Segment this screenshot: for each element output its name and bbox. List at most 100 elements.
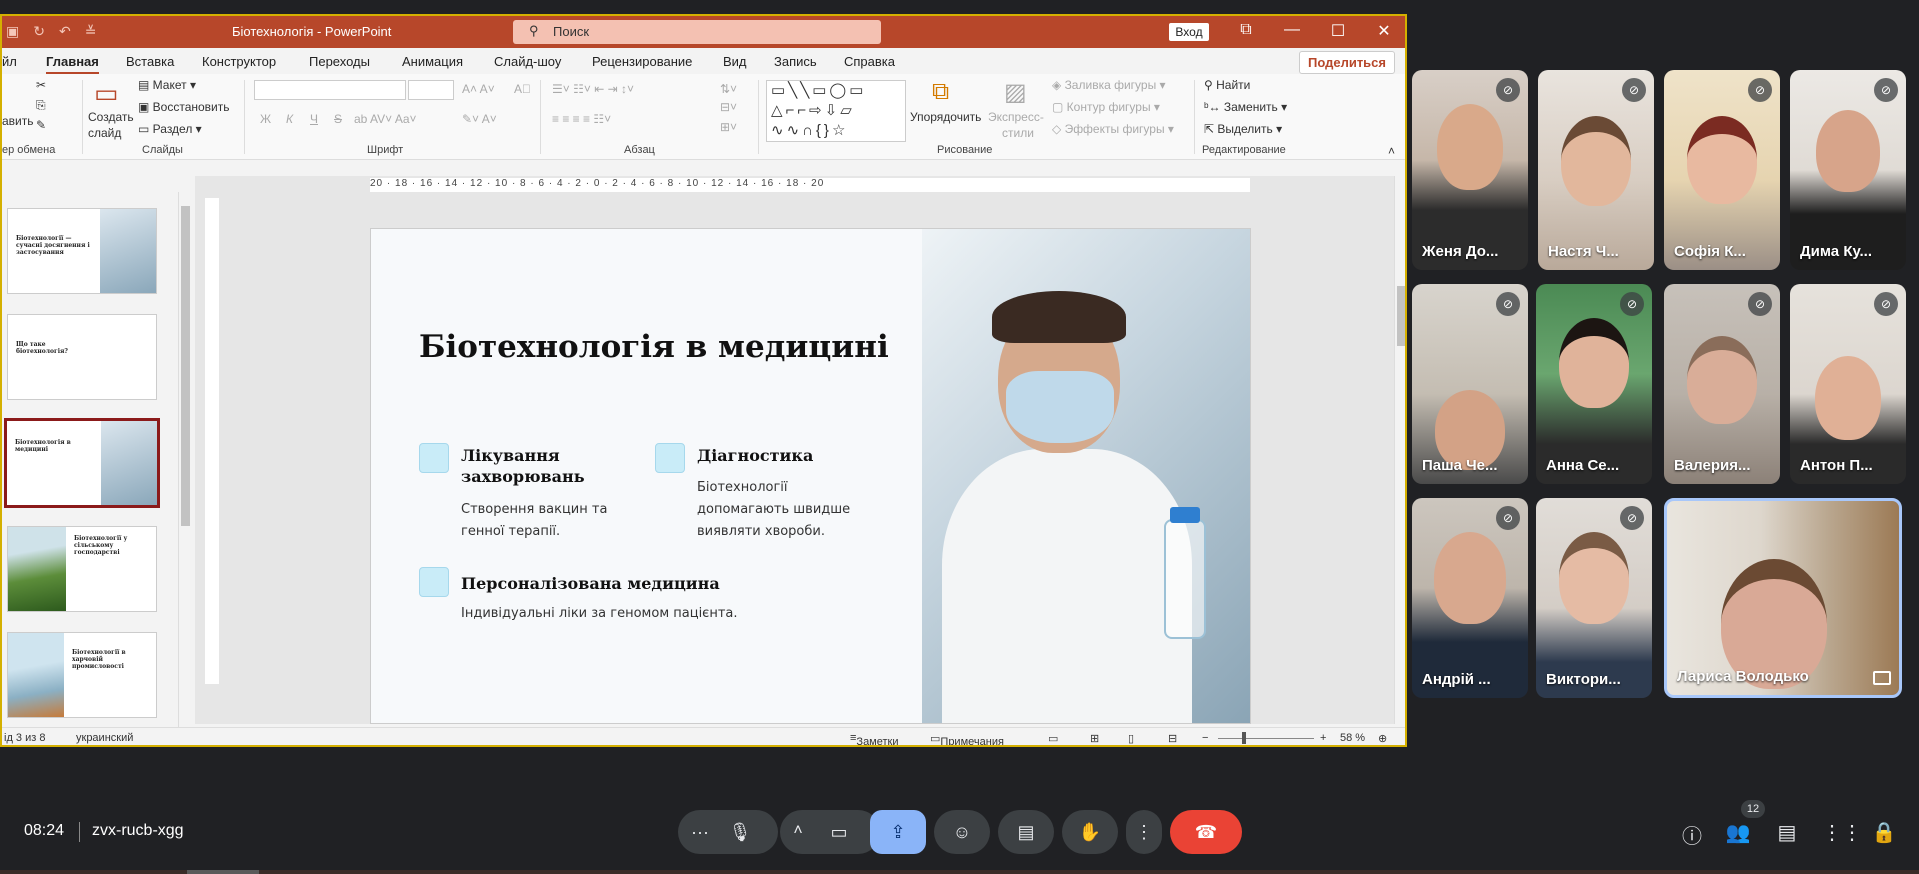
save-icon[interactable]: ▣ [6,23,19,40]
arrange-button[interactable]: Упорядочить [910,110,981,124]
section-button[interactable]: ▭ Раздел ▾ [138,122,202,136]
tab-home[interactable]: Главная [46,54,99,75]
sorter-view-icon[interactable]: ⊞ [1090,732,1099,745]
leave-call-button[interactable]: ☎ [1170,810,1242,854]
align-icons[interactable]: ≡ ≡ ≡ ≡ ☷˅ [552,112,611,126]
font-size-box[interactable] [408,80,454,100]
font-family-box[interactable] [254,80,406,100]
picture-in-picture-icon[interactable] [1873,671,1891,685]
new-slide-label2[interactable]: слайд [88,126,121,140]
reset-button[interactable]: ▣ Восстановить [138,100,230,114]
tab-animation[interactable]: Анимация [402,54,463,69]
slide-thumbnail-selected[interactable]: Біотехнологія в медицині [4,418,160,508]
tab-design[interactable]: Конструктор [202,54,276,69]
shape-fill-button[interactable]: ◈ Заливка фигуры ▾ [1052,78,1166,92]
quick-styles-button[interactable]: Экспресс- [988,110,1044,124]
participant-tile[interactable]: ⊘ Анна Се... [1536,284,1652,484]
slide-thumbnail[interactable]: Біотехнології — сучасні досягнення і зас… [7,208,157,294]
customize-icon[interactable]: ≚ [85,23,97,40]
chat-icon[interactable]: ▤ [1773,820,1801,845]
scientist-photo[interactable] [922,229,1250,723]
participant-tile[interactable]: ⊘ Валерия... [1664,284,1780,484]
italic-button[interactable]: К [286,112,293,126]
more-options-button[interactable]: ⋮ [1126,810,1162,854]
slideshow-view-icon[interactable]: ⊟ [1168,732,1177,745]
people-icon[interactable]: 👥 [1724,820,1752,845]
comments-button[interactable]: ▭ Примечания [930,732,1004,745]
new-slide-button[interactable]: Создать [88,110,134,124]
participant-tile[interactable]: ⊘ Софія К... [1664,70,1780,270]
ribbon-display-icon[interactable]: ⧉ [1234,21,1258,39]
thumbnails-scrollbar[interactable] [178,192,191,738]
reading-view-icon[interactable]: ▯ [1128,732,1134,745]
tab-file[interactable]: йл [2,54,17,69]
login-button[interactable]: Вход [1169,23,1209,41]
bullets-icon[interactable]: ☰˅ ☷˅ ⇤ ⇥ ↕˅ [552,82,634,96]
participant-tile[interactable]: ⊘ Виктори... [1536,498,1652,698]
replace-button[interactable]: ᵇ↔ Заменить ▾ [1204,100,1287,114]
shape-outline-button[interactable]: ▢ Контур фигуры ▾ [1052,100,1160,114]
language-indicator[interactable]: украинский [76,732,133,744]
shapes-gallery[interactable]: ▭╲╲▭◯▭ △⌐⌐⇨⇩▱ ∿∿∩{}☆ [766,80,906,142]
tab-transitions[interactable]: Переходы [309,54,370,69]
participant-tile[interactable]: ⊘ Андрій ... [1412,498,1528,698]
font-extra-icons[interactable]: ab AV˅ Aa˅ [354,112,417,126]
fit-slide-icon[interactable]: ⊕ [1378,732,1387,745]
slide-scrollbar[interactable] [1394,176,1405,724]
activities-icon[interactable]: ⋮⋮ [1822,820,1862,845]
minimize-button[interactable]: — [1280,21,1304,39]
scrollbar-thumb[interactable] [1397,286,1405,346]
tab-review[interactable]: Рецензирование [592,54,692,69]
more-audio-icon[interactable]: ··· [686,822,714,843]
zoom-slider-knob[interactable] [1242,732,1246,744]
card-heading[interactable]: Персоналізована медицина [461,573,761,594]
font-grow-icon[interactable]: A˄ A˅ [462,82,495,96]
highlight-icon[interactable]: ✎˅ A˅ [462,112,497,126]
collapse-ribbon-icon[interactable]: ˄ [1388,144,1395,158]
smartart-icon[interactable]: ⊞˅ [720,120,737,134]
find-button[interactable]: ⚲ Найти [1204,78,1250,92]
chevron-up-icon[interactable]: ˄ [784,822,812,840]
share-button[interactable]: Поделиться [1298,51,1395,74]
slide-thumbnail[interactable]: Біотехнології у сільському господарстві [7,526,157,612]
participant-tile[interactable]: ⊘ Антон П... [1790,284,1906,484]
raise-hand-button[interactable]: ✋ [1062,810,1118,854]
format-painter-icon[interactable]: ✎ [36,118,46,132]
normal-view-icon[interactable]: ▭ [1048,732,1058,745]
card-text[interactable]: Біотехнології допомагають швидше виявлят… [697,477,857,543]
current-slide[interactable]: Біотехнологія в медицині Лікування захво… [370,228,1251,724]
tab-record[interactable]: Запись [774,54,817,69]
camera-icon[interactable]: ▭ [825,822,853,843]
card-heading[interactable]: Лікування захворювань [461,445,601,487]
participant-tile[interactable]: ⊘ Паша Че... [1412,284,1528,484]
card-heading[interactable]: Діагностика [697,445,857,466]
underline-button[interactable]: Ч [310,112,318,126]
paste-button[interactable]: авить [2,114,34,128]
bold-button[interactable]: Ж [260,112,271,126]
participant-tile[interactable]: ⊘ Женя До... [1412,70,1528,270]
slide-thumbnail[interactable]: Що таке біотехнологія? [7,314,157,400]
zoom-in-icon[interactable]: + [1320,732,1326,744]
slide-title[interactable]: Біотехнологія в медицині [419,329,889,365]
captions-button[interactable]: ▤ [998,810,1054,854]
search-box[interactable]: ⚲ Поиск [513,20,881,44]
participant-tile[interactable]: ⊘ Дима Ку... [1790,70,1906,270]
layout-button[interactable]: ▤ Макет ▾ [138,78,196,92]
zoom-level[interactable]: 58 % [1340,732,1365,744]
clear-format-icon[interactable]: A⃠ [514,82,531,96]
present-screen-button[interactable]: ⇪ [870,810,926,854]
maximize-button[interactable]: ☐ [1326,21,1350,41]
notes-button[interactable]: ≡ Заметки [850,732,899,745]
tab-insert[interactable]: Вставка [126,54,174,69]
zoom-out-icon[interactable]: − [1202,732,1208,744]
text-direction-icon[interactable]: ⇅˅ [720,82,737,96]
tab-help[interactable]: Справка [844,54,895,69]
microphone-icon[interactable]: 🎙 [726,822,754,843]
strike-button[interactable]: S [334,112,342,126]
info-icon[interactable]: ⓘ [1678,820,1706,849]
undo-icon[interactable]: ↶ [59,23,71,40]
arrange-icon[interactable]: ⧉ [932,78,949,106]
host-controls-icon[interactable]: 🔒 [1870,820,1898,845]
close-button[interactable]: ✕ [1372,21,1396,41]
card-text[interactable]: Індивідуальні ліки за геномом пацієнта. [461,603,761,625]
